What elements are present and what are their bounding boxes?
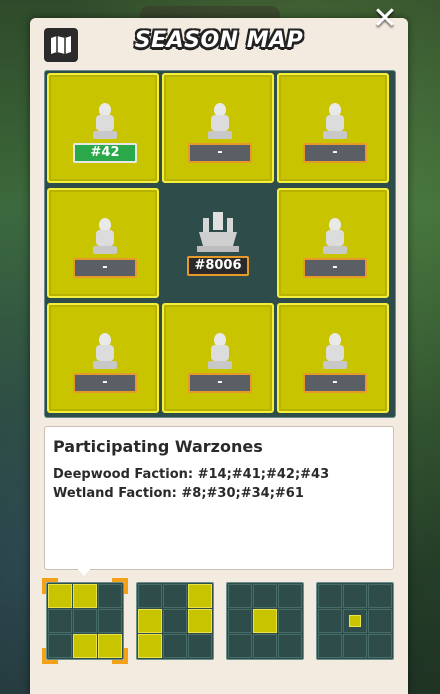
- thumb-cell: [368, 634, 392, 658]
- thumb-cell: [343, 584, 367, 608]
- small-center-marker: [349, 615, 361, 627]
- selection-corner: [112, 578, 128, 594]
- tile-label: -: [73, 373, 137, 393]
- statue-icon: [323, 218, 347, 254]
- thumb-cell: [138, 584, 162, 608]
- selection-corner: [42, 648, 58, 664]
- pattern-thumb-2[interactable]: [136, 582, 214, 660]
- wetland-warzones: Wetland Faction: #8;#30;#34;#61: [53, 486, 304, 501]
- info-title: Participating Warzones: [53, 437, 263, 456]
- map-tile-2[interactable]: -: [162, 73, 274, 183]
- tile-label: #8006: [187, 256, 249, 276]
- statue-icon: [323, 103, 347, 139]
- thumb-cell: [278, 584, 302, 608]
- thumb-cell: [318, 609, 342, 633]
- thumb-cell: [253, 634, 277, 658]
- pattern-thumb-4[interactable]: [316, 582, 394, 660]
- thumb-cell: [98, 609, 122, 633]
- selection-corner: [42, 578, 58, 594]
- tile-label: -: [303, 143, 367, 163]
- map-tile-1[interactable]: #42: [47, 73, 159, 183]
- thumb-cell: [228, 584, 252, 608]
- page-title: SEASON MAP: [134, 28, 304, 53]
- warzones-info-box: Participating Warzones Deepwood Faction:…: [44, 426, 394, 570]
- selection-corner: [112, 648, 128, 664]
- tile-label: -: [188, 143, 252, 163]
- thumb-cell: [343, 609, 367, 633]
- pattern-thumb-3[interactable]: [226, 582, 304, 660]
- thumb-cell: [73, 609, 97, 633]
- thumb-cell: [163, 634, 187, 658]
- thumb-cell: [188, 634, 212, 658]
- selection-pointer: [76, 567, 92, 576]
- map-tile-4[interactable]: -: [47, 188, 159, 298]
- thumb-cell: [163, 584, 187, 608]
- pattern-thumb-1[interactable]: [42, 578, 128, 664]
- thumb-cell: [253, 609, 277, 633]
- thumb-cell: [138, 634, 162, 658]
- thumb-cell: [73, 584, 97, 608]
- thumb-cell: [163, 609, 187, 633]
- statue-icon: [93, 103, 117, 139]
- throne-icon: [197, 212, 239, 252]
- thumb-cell: [188, 584, 212, 608]
- thumb-cell: [278, 609, 302, 633]
- tile-label: -: [73, 258, 137, 278]
- thumb-cell: [228, 609, 252, 633]
- map-tile-7[interactable]: -: [47, 303, 159, 413]
- deepwood-warzones: Deepwood Faction: #14;#41;#42;#43: [53, 467, 330, 482]
- map-tile-6[interactable]: -: [277, 188, 389, 298]
- tile-label: -: [188, 373, 252, 393]
- statue-icon: [93, 218, 117, 254]
- season-map-grid: #42 - - - #8006 - - - -: [44, 70, 396, 418]
- map-tile-center[interactable]: #8006: [162, 188, 274, 298]
- tile-label: -: [303, 373, 367, 393]
- map-tile-3[interactable]: -: [277, 73, 389, 183]
- thumb-cell: [188, 609, 212, 633]
- map-tile-9[interactable]: -: [277, 303, 389, 413]
- thumb-cell: [278, 634, 302, 658]
- thumb-cell: [368, 609, 392, 633]
- map-tile-8[interactable]: -: [162, 303, 274, 413]
- panel-header: SEASON MAP: [30, 18, 408, 70]
- close-icon[interactable]: ✕: [370, 4, 400, 34]
- statue-icon: [323, 333, 347, 369]
- thumb-cell: [318, 584, 342, 608]
- thumb-cell: [368, 584, 392, 608]
- thumb-cell: [48, 609, 72, 633]
- thumb-cell: [73, 634, 97, 658]
- thumb-cell: [343, 634, 367, 658]
- statue-icon: [93, 333, 117, 369]
- statue-icon: [208, 103, 232, 139]
- thumb-cell: [138, 609, 162, 633]
- tile-label: #42: [73, 143, 137, 163]
- season-map-panel: SEASON MAP #42 - - - #8006 - - - - Parti…: [30, 18, 408, 694]
- thumb-cell: [253, 584, 277, 608]
- statue-icon: [208, 333, 232, 369]
- tile-label: -: [303, 258, 367, 278]
- thumb-cell: [228, 634, 252, 658]
- thumb-cell: [318, 634, 342, 658]
